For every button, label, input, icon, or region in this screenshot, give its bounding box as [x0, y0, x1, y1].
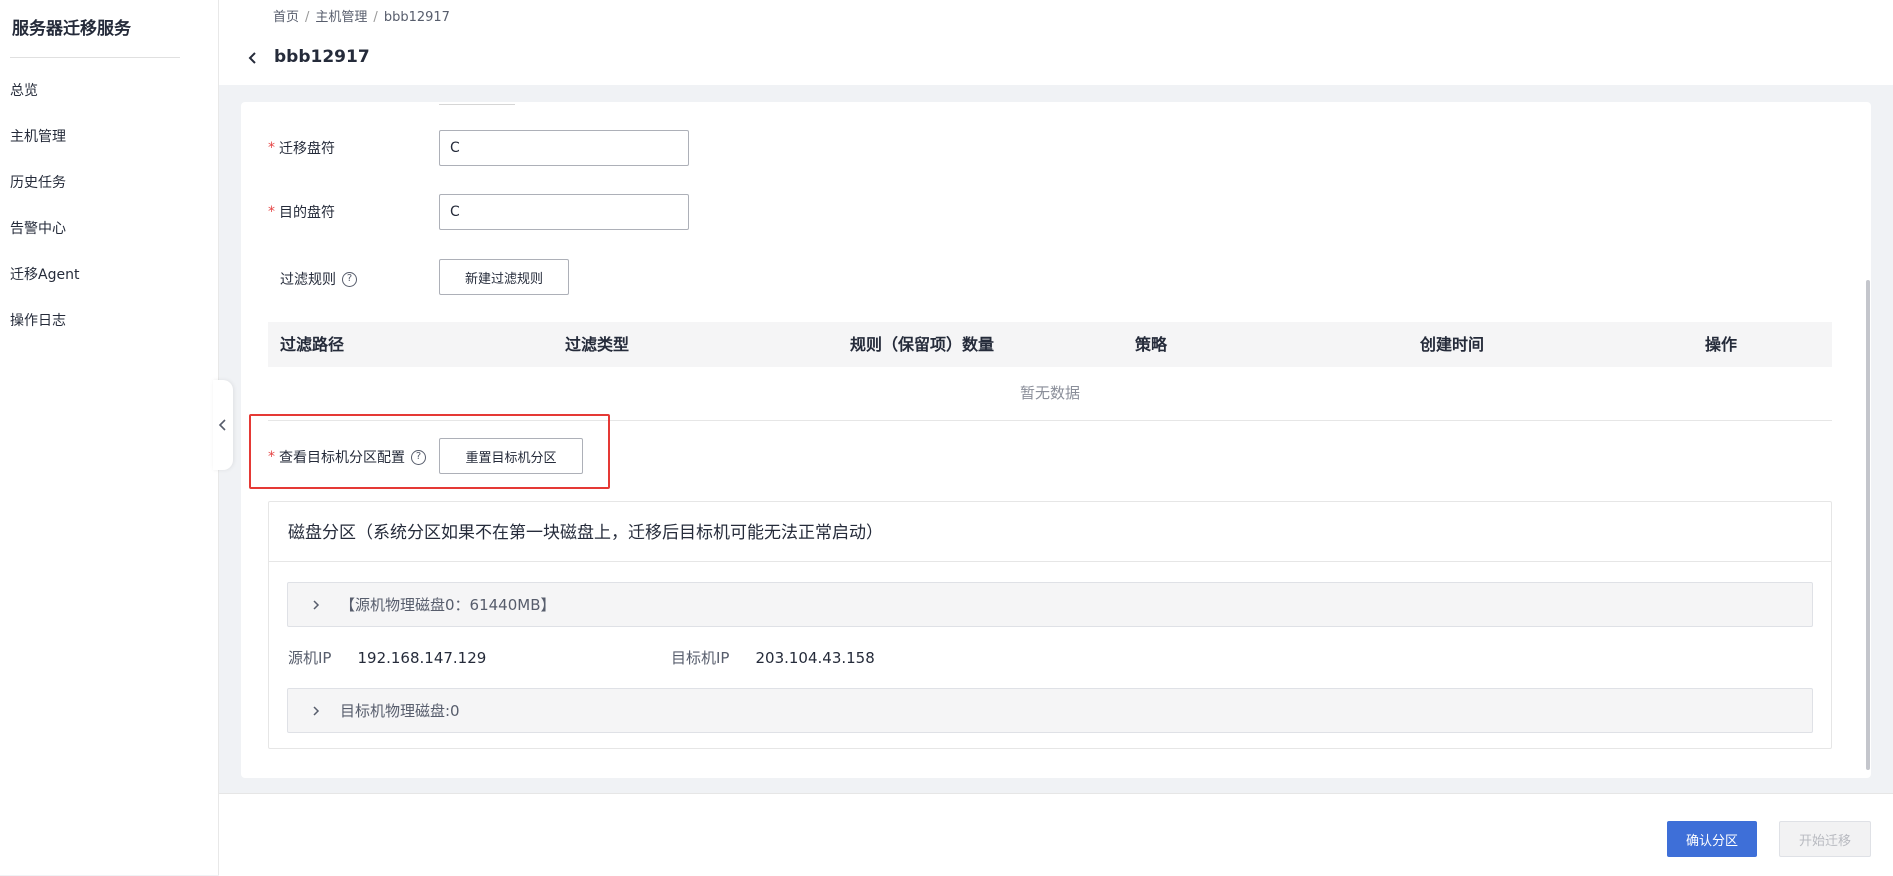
sidebar-item-overview[interactable]: 总览 — [0, 68, 219, 114]
chevron-right-icon — [313, 599, 320, 610]
back-button[interactable] — [245, 50, 261, 66]
filter-table-header: 过滤路径 过滤类型 规则（保留项）数量 策略 创建时间 操作 — [268, 322, 1832, 367]
sidebar-collapse-button[interactable] — [213, 380, 233, 470]
sidebar-item-alarm-center[interactable]: 告警中心 — [0, 206, 219, 252]
target-disk-collapse[interactable]: 目标机物理磁盘:0 — [287, 688, 1813, 733]
brand-title: 服务器迁移服务 — [12, 19, 131, 39]
sidebar-item-history-tasks[interactable]: 历史任务 — [0, 160, 219, 206]
required-mark: * — [268, 204, 275, 220]
scrollbar[interactable] — [1866, 280, 1870, 770]
sidebar-item-host-management[interactable]: 主机管理 — [0, 114, 219, 160]
source-drive-label: * 迁移盘符 — [268, 138, 335, 158]
breadcrumb-current: bbb12917 — [383, 10, 450, 25]
main-card: * 迁移盘符 * 目的盘符 过滤规则 ? 新建过滤规则 过滤路径 过滤类型 规则… — [241, 102, 1871, 778]
partition-config-label: * 查看目标机分区配置 ? — [268, 447, 426, 467]
column-filter-path: 过滤路径 — [280, 335, 345, 354]
sidebar-item-migration-agent[interactable]: 迁移Agent — [0, 252, 219, 298]
disk-partition-title: 磁盘分区（系统分区如果不在第一块磁盘上，迁移后目标机可能无法正常启动） — [288, 523, 883, 543]
breadcrumb-host-management[interactable]: 主机管理 — [315, 10, 367, 25]
partition-config-label-text: 查看目标机分区配置 — [279, 450, 405, 466]
target-ip-label: 目标机IP — [671, 649, 730, 667]
required-mark: * — [268, 140, 275, 156]
required-mark: * — [268, 449, 275, 465]
disk-partition-panel: 磁盘分区（系统分区如果不在第一块磁盘上，迁移后目标机可能无法正常启动） 【源机物… — [268, 501, 1832, 749]
breadcrumb-separator: / — [373, 10, 378, 25]
column-strategy: 策略 — [1135, 335, 1168, 354]
chevron-left-icon — [218, 419, 226, 431]
column-actions: 操作 — [1705, 335, 1738, 354]
source-drive-input[interactable] — [439, 130, 689, 166]
breadcrumb: 首页 / 主机管理 / bbb12917 — [273, 6, 450, 25]
sidebar-item-operation-log[interactable]: 操作日志 — [0, 298, 219, 344]
new-filter-rule-button[interactable]: 新建过滤规则 — [439, 259, 569, 295]
target-drive-label: * 目的盘符 — [268, 202, 335, 222]
column-create-time: 创建时间 — [1420, 335, 1485, 354]
column-filter-type: 过滤类型 — [565, 335, 630, 354]
table-empty-text: 暂无数据 — [268, 367, 1832, 421]
source-ip-row: 源机IP 192.168.147.129 — [288, 647, 486, 668]
help-icon[interactable]: ? — [411, 449, 426, 465]
filter-rules-label-text: 过滤规则 — [280, 272, 336, 288]
partial-input-edge — [439, 102, 515, 105]
source-ip-value: 192.168.147.129 — [357, 649, 487, 667]
footer-bar — [219, 793, 1893, 876]
page-title: bbb12917 — [274, 47, 370, 67]
chevron-right-icon — [313, 705, 320, 716]
help-icon[interactable]: ? — [342, 271, 357, 287]
target-drive-input[interactable] — [439, 194, 689, 230]
divider — [269, 561, 1831, 562]
breadcrumb-separator: / — [305, 10, 310, 25]
target-drive-label-text: 目的盘符 — [279, 205, 335, 221]
sidebar-nav: 总览 主机管理 历史任务 告警中心 迁移Agent 操作日志 — [0, 68, 219, 344]
confirm-partition-button[interactable]: 确认分区 — [1667, 821, 1757, 857]
target-disk-label: 目标机物理磁盘:0 — [340, 702, 460, 720]
source-disk-label: 【源机物理磁盘0：61440MB】 — [340, 596, 556, 614]
breadcrumb-home[interactable]: 首页 — [273, 10, 299, 25]
source-disk-collapse[interactable]: 【源机物理磁盘0：61440MB】 — [287, 582, 1813, 627]
page-header: 首页 / 主机管理 / bbb12917 bbb12917 — [219, 0, 1893, 85]
column-rule-count: 规则（保留项）数量 — [850, 335, 995, 354]
source-ip-label: 源机IP — [288, 649, 332, 667]
target-ip-row: 目标机IP 203.104.43.158 — [671, 647, 875, 668]
start-migration-button[interactable]: 开始迁移 — [1779, 821, 1871, 857]
sidebar: 服务器迁移服务 总览 主机管理 历史任务 告警中心 迁移Agent 操作日志 — [0, 0, 219, 875]
source-drive-label-text: 迁移盘符 — [279, 141, 335, 157]
chevron-left-icon — [248, 52, 256, 64]
divider — [10, 57, 180, 58]
target-ip-value: 203.104.43.158 — [755, 649, 875, 667]
filter-rules-label: 过滤规则 ? — [280, 269, 357, 289]
reset-target-partition-button[interactable]: 重置目标机分区 — [439, 438, 583, 474]
